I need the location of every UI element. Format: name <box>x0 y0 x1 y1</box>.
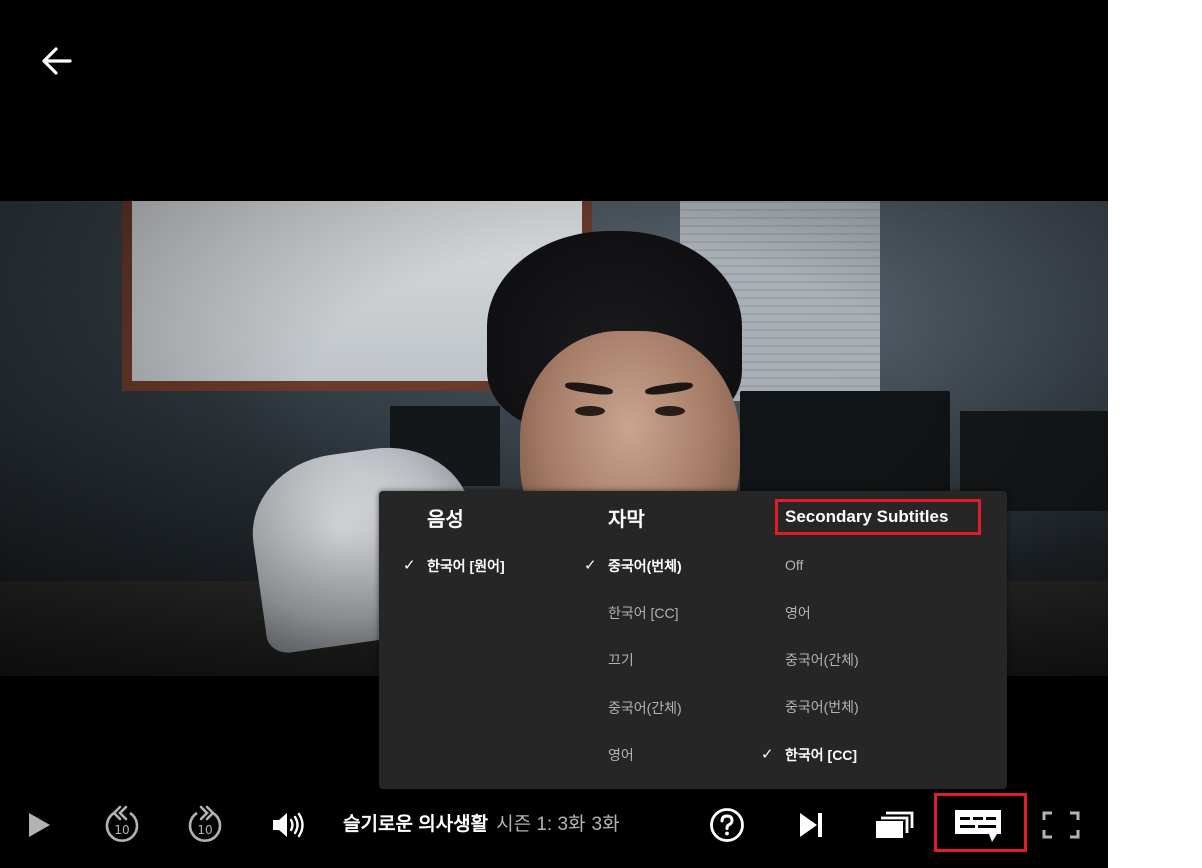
check-icon: ✓ <box>403 557 416 574</box>
forward-10-button[interactable]: 10 <box>181 790 229 860</box>
show-title: 슬기로운 의사생활 <box>343 814 489 835</box>
secondary-subtitles-header: Secondary Subtitles <box>785 507 949 526</box>
rewind-10-icon: 10 <box>105 805 139 842</box>
help-icon <box>710 808 744 842</box>
episode-title-group: 슬기로운 의사생활 시즌 1: 3화 3화 <box>343 810 620 840</box>
play-icon <box>29 813 50 837</box>
forward-10-icon: 10 <box>188 805 222 842</box>
help-button[interactable] <box>706 790 748 860</box>
secondary-option-korean-cc[interactable]: ✓ 한국어 [CC] <box>761 740 971 770</box>
fullscreen-icon <box>1042 811 1080 839</box>
fullscreen-button[interactable] <box>1040 790 1082 860</box>
check-icon: ✓ <box>761 746 774 763</box>
episode-info: 시즌 1: 3화 <box>496 814 586 835</box>
episodes-icon <box>876 811 914 838</box>
next-episode-icon <box>800 813 822 837</box>
subtitles-icon <box>954 810 1001 842</box>
secondary-option-chinese-traditional[interactable]: 중국어(번체) <box>761 692 971 722</box>
secondary-option-off[interactable]: Off <box>761 550 971 580</box>
volume-button[interactable] <box>265 790 311 860</box>
check-icon: ✓ <box>584 557 597 574</box>
audio-option-korean-original[interactable]: ✓ 한국어 [원어] <box>403 551 613 581</box>
subtitles-header: 자막 <box>608 509 645 531</box>
play-button[interactable] <box>18 790 60 860</box>
audio-header: 음성 <box>427 509 464 531</box>
video-player[interactable]: 음성 ✓ 한국어 [원어] 자막 ✓ 중국어(번체) 한국어 [CC] 끄기 중… <box>0 0 1108 868</box>
subtitles-button[interactable] <box>950 790 1005 860</box>
svg-text:10: 10 <box>197 823 212 837</box>
secondary-option-chinese-simplified[interactable]: 중국어(간체) <box>761 645 971 675</box>
episodes-button[interactable] <box>871 790 917 860</box>
back-button[interactable] <box>34 38 80 84</box>
audio-subtitles-panel: 음성 ✓ 한국어 [원어] 자막 ✓ 중국어(번체) 한국어 [CC] 끄기 중… <box>379 491 1007 789</box>
control-bar: 10 10 슬기로운 의사생활 시즌 1: 3화 3화 <box>0 790 1108 868</box>
rewind-10-button[interactable]: 10 <box>98 790 146 860</box>
arrow-left-icon <box>42 47 72 75</box>
next-episode-button[interactable] <box>790 790 832 860</box>
svg-text:10: 10 <box>114 823 129 837</box>
volume-icon <box>273 812 304 838</box>
secondary-option-english[interactable]: 영어 <box>761 598 971 628</box>
episode-title: 3화 <box>591 814 620 835</box>
